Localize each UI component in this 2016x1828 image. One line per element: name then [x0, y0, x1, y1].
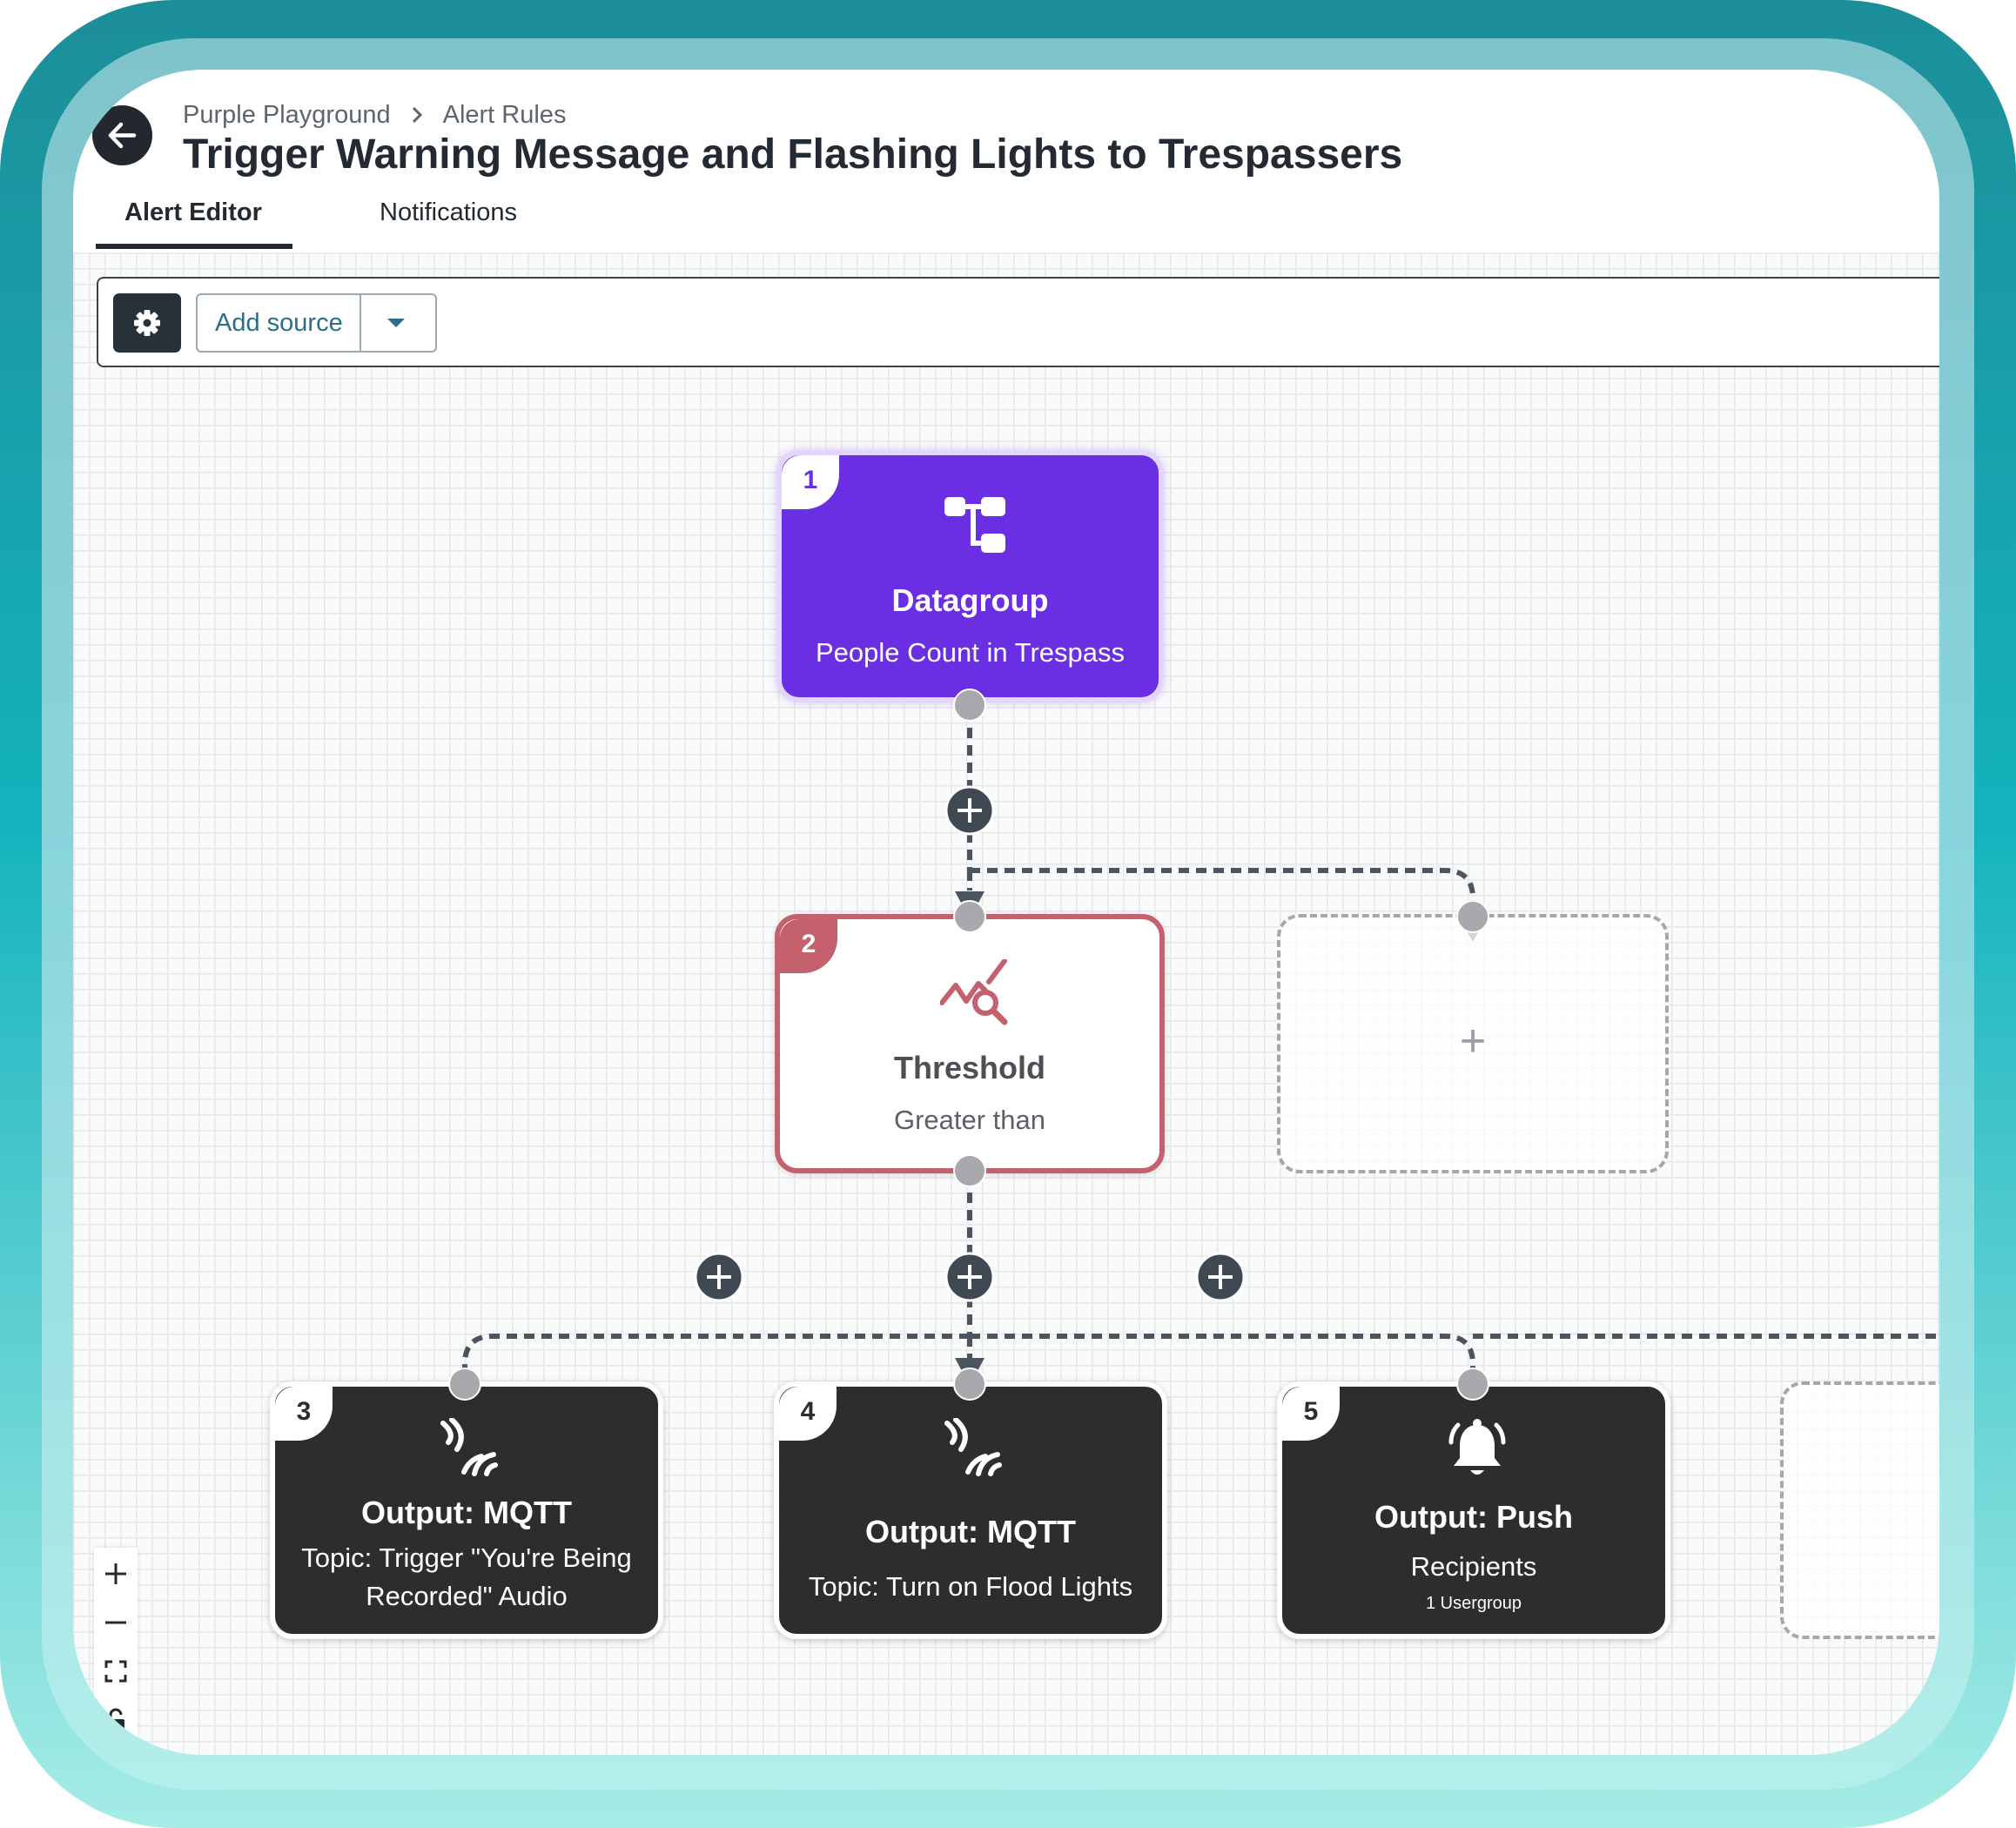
node-title: Output: MQTT	[361, 1495, 572, 1530]
fullscreen-icon	[104, 1660, 127, 1683]
zoom-out-button[interactable]	[94, 1598, 138, 1647]
mqtt-output-node-4[interactable]: 4 Output: MQTT Topic: Turn on Flood Ligh…	[774, 1381, 1167, 1639]
plus-icon	[105, 1563, 126, 1584]
subtitle-line: Topic: Trigger "You're Being	[301, 1542, 632, 1573]
node-number: 5	[1282, 1387, 1340, 1441]
datagroup-node[interactable]: 1 Datagroup People Count in Trespass	[776, 450, 1164, 702]
edge-to-node-3	[462, 1334, 970, 1381]
node-title: Datagroup	[891, 582, 1049, 618]
app-screen: Purple Playground Alert Rules Trigger Wa…	[73, 70, 1939, 1755]
lock-button[interactable]	[94, 1696, 138, 1744]
threshold-node[interactable]: 2 Threshold Greater than	[775, 914, 1165, 1173]
node-number: 4	[779, 1387, 837, 1441]
node-subtitle: Greater than	[893, 1105, 1046, 1135]
node-title: Output: MQTT	[865, 1514, 1076, 1549]
mqtt-icon	[440, 1418, 498, 1476]
zoom-in-button[interactable]	[94, 1549, 138, 1598]
zoom-controls	[94, 1548, 138, 1748]
node-title: Output: Push	[1374, 1499, 1573, 1535]
node-title: Threshold	[893, 1050, 1045, 1085]
node-subtitle: People Count in Trespass	[816, 637, 1125, 668]
node-subtitle: Topic: Turn on Flood Lights	[808, 1571, 1133, 1602]
mqtt-output-node-3[interactable]: 3 Output: MQTT Topic: Trigger "You're Be…	[270, 1381, 663, 1639]
threshold-icon	[940, 959, 1008, 1025]
node-subtitle: Topic: Trigger "You're Being Recorded" A…	[275, 1539, 658, 1616]
push-output-node-5[interactable]: 5 Output: Push Recipients 1 Usergroup	[1277, 1381, 1670, 1639]
edge-to-empty-1	[970, 868, 1475, 914]
empty-step-placeholder[interactable]: +	[1277, 914, 1669, 1173]
lock-icon	[107, 1708, 124, 1731]
bell-icon	[1448, 1419, 1506, 1475]
fit-view-button[interactable]	[94, 1647, 138, 1696]
minus-icon	[105, 1621, 126, 1624]
node-subtitle: Recipients	[1410, 1551, 1537, 1582]
mqtt-icon	[944, 1418, 1002, 1476]
datagroup-icon	[944, 497, 1005, 553]
subtitle-line: Recorded" Audio	[366, 1581, 568, 1611]
node-number: 3	[275, 1387, 333, 1441]
device-frame: Purple Playground Alert Rules Trigger Wa…	[0, 0, 2016, 1828]
add-step-symbol: +	[1459, 1016, 1487, 1066]
empty-step-placeholder[interactable]	[1780, 1381, 1939, 1639]
node-number: 2	[780, 919, 837, 973]
node-number: 1	[782, 455, 839, 509]
edge-to-node-5	[970, 1334, 1475, 1381]
node-detail: 1 Usergroup	[1425, 1594, 1522, 1613]
